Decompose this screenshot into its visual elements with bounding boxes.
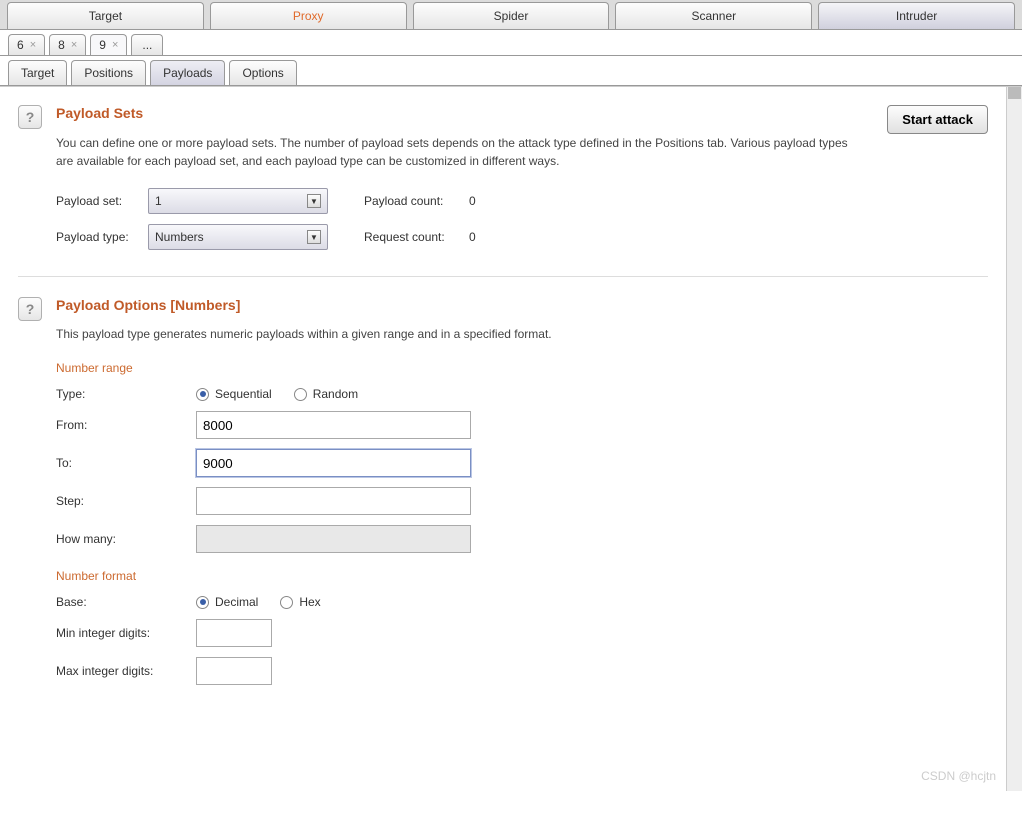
tab-scanner[interactable]: Scanner [615, 2, 812, 29]
attack-tab-6[interactable]: 6 × [8, 34, 45, 55]
from-input[interactable] [196, 411, 471, 439]
payload-count-value: 0 [469, 194, 476, 208]
top-tabbar: Target Proxy Spider Scanner Intruder [0, 0, 1022, 30]
close-icon[interactable]: × [30, 39, 36, 51]
attack-tab-new[interactable]: ... [131, 34, 163, 55]
help-icon[interactable]: ? [18, 297, 42, 321]
payload-type-value: Numbers [155, 230, 204, 244]
request-count-value: 0 [469, 230, 476, 244]
request-count-label: Request count: [364, 230, 469, 244]
tab-target[interactable]: Target [7, 2, 204, 29]
attack-tabbar: 6 × 8 × 9 × ... [0, 30, 1022, 56]
payload-count-label: Payload count: [364, 194, 469, 208]
to-input[interactable] [196, 449, 471, 477]
payload-set-value: 1 [155, 194, 162, 208]
number-format-heading: Number format [56, 569, 988, 583]
tab-intruder[interactable]: Intruder [818, 2, 1015, 29]
payload-options-desc: This payload type generates numeric payl… [56, 325, 856, 343]
type-label: Type: [56, 387, 196, 401]
payload-set-label: Payload set: [56, 194, 148, 208]
payload-set-select[interactable]: 1 ▼ [148, 188, 328, 214]
sequential-radio[interactable]: Sequential [196, 387, 272, 401]
intruder-subtabbar: Target Positions Payloads Options [0, 56, 1022, 86]
step-label: Step: [56, 494, 196, 508]
start-attack-button[interactable]: Start attack [887, 105, 988, 134]
min-int-label: Min integer digits: [56, 626, 196, 640]
how-many-label: How many: [56, 532, 196, 546]
random-radio[interactable]: Random [294, 387, 358, 401]
subtab-positions[interactable]: Positions [71, 60, 146, 85]
base-label: Base: [56, 595, 196, 609]
radio-icon [196, 388, 209, 401]
watermark: CSDN @hcjtn [921, 769, 996, 783]
payload-type-label: Payload type: [56, 230, 148, 244]
how-many-input [196, 525, 471, 553]
max-int-input[interactable] [196, 657, 272, 685]
hex-label: Hex [299, 595, 320, 609]
tab-proxy[interactable]: Proxy [210, 2, 407, 29]
decimal-label: Decimal [215, 595, 258, 609]
scroll-thumb[interactable] [1008, 87, 1021, 99]
subtab-target[interactable]: Target [8, 60, 67, 85]
attack-tab-label: 9 [99, 38, 106, 52]
attack-tab-label: 8 [58, 38, 65, 52]
payloads-panel: ? Payload Sets Start attack You can defi… [0, 87, 1006, 791]
divider [18, 276, 988, 277]
payload-sets-desc: You can define one or more payload sets.… [56, 134, 856, 170]
ellipsis-icon: ... [142, 38, 152, 52]
radio-icon [280, 596, 293, 609]
close-icon[interactable]: × [71, 39, 77, 51]
to-label: To: [56, 456, 196, 470]
radio-icon [294, 388, 307, 401]
max-int-label: Max integer digits: [56, 664, 196, 678]
radio-icon [196, 596, 209, 609]
payload-type-select[interactable]: Numbers ▼ [148, 224, 328, 250]
hex-radio[interactable]: Hex [280, 595, 320, 609]
random-label: Random [313, 387, 358, 401]
subtab-payloads[interactable]: Payloads [150, 60, 225, 85]
attack-tab-label: 6 [17, 38, 24, 52]
payload-options-title: Payload Options [Numbers] [56, 297, 988, 313]
attack-tab-8[interactable]: 8 × [49, 34, 86, 55]
min-int-input[interactable] [196, 619, 272, 647]
step-input[interactable] [196, 487, 471, 515]
number-range-heading: Number range [56, 361, 988, 375]
help-icon[interactable]: ? [18, 105, 42, 129]
tab-spider[interactable]: Spider [413, 2, 610, 29]
vertical-scrollbar[interactable] [1006, 87, 1022, 791]
from-label: From: [56, 418, 196, 432]
attack-tab-9[interactable]: 9 × [90, 34, 127, 55]
payload-sets-title: Payload Sets [56, 105, 143, 121]
decimal-radio[interactable]: Decimal [196, 595, 258, 609]
chevron-down-icon: ▼ [307, 230, 321, 244]
sequential-label: Sequential [215, 387, 272, 401]
chevron-down-icon: ▼ [307, 194, 321, 208]
subtab-options[interactable]: Options [229, 60, 296, 85]
close-icon[interactable]: × [112, 39, 118, 51]
